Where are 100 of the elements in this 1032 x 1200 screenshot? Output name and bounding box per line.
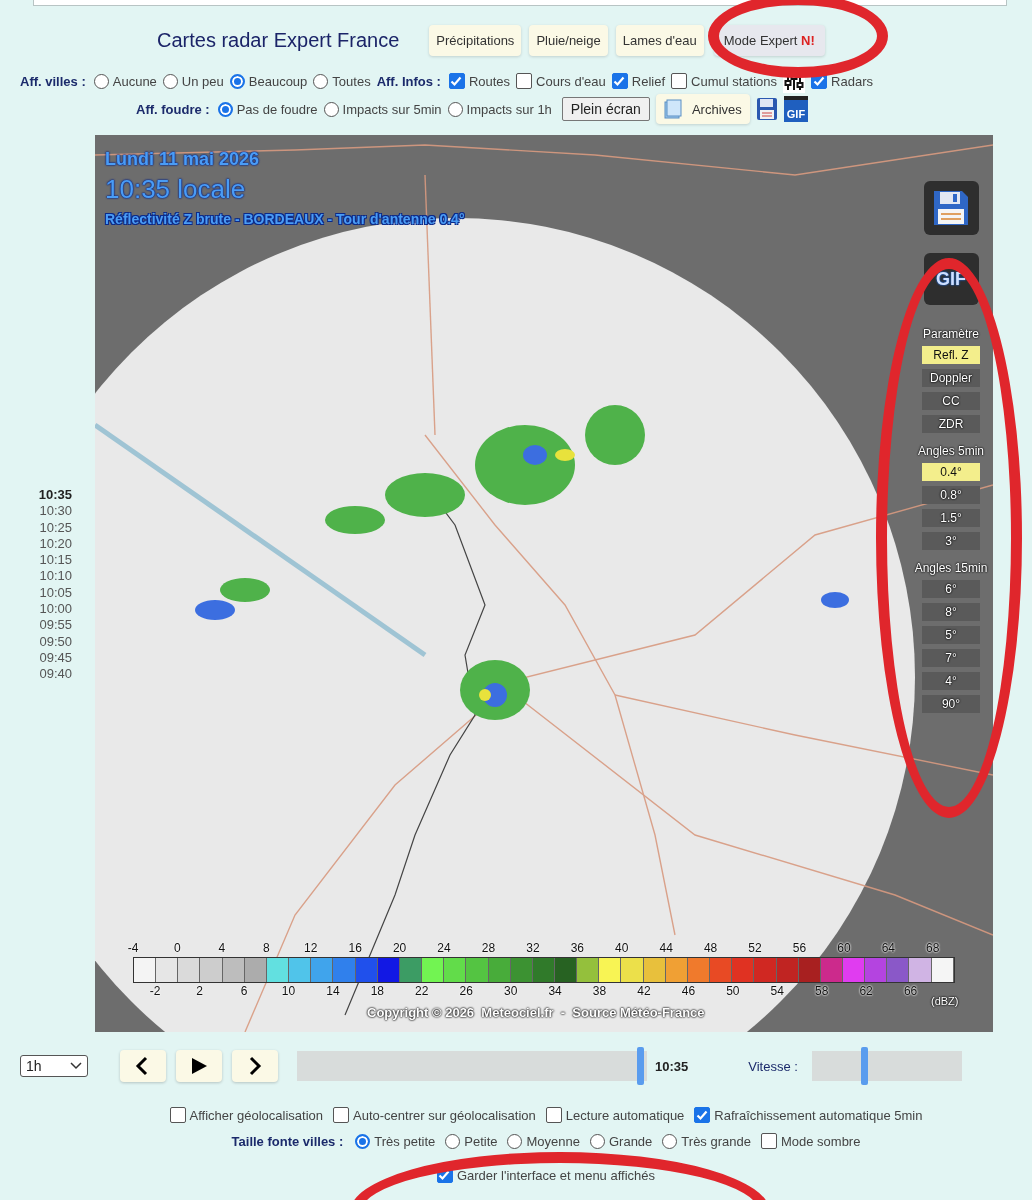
panel-button[interactable]: Doppler — [922, 369, 980, 387]
play-button[interactable] — [176, 1050, 222, 1082]
radio-label: Aucune — [112, 73, 157, 89]
panel-button[interactable]: 7° — [922, 649, 980, 667]
checkbox[interactable] — [611, 73, 628, 89]
mode-tab[interactable]: Pluie/neige — [529, 24, 608, 56]
checkbox-label: Cours d'eau — [536, 73, 606, 89]
checkbox[interactable] — [448, 73, 465, 89]
checkbox-label: Relief — [631, 73, 666, 89]
radio-button[interactable] — [355, 1133, 371, 1149]
map-date: Lundi 11 mai 2026 — [105, 149, 261, 170]
time-step[interactable]: 09:45 — [39, 649, 72, 667]
radio-button[interactable] — [507, 1133, 523, 1149]
mode-tab[interactable]: Précipitations — [429, 24, 522, 56]
radio-button[interactable] — [447, 101, 463, 117]
time-step[interactable]: 10:35 — [38, 487, 72, 504]
panel-heading: Angles 15min — [914, 561, 988, 575]
time-step[interactable]: 10:30 — [39, 503, 72, 520]
panel-button[interactable]: Refl. Z — [922, 346, 980, 364]
radio-button[interactable] — [162, 73, 178, 89]
time-step[interactable]: 09:50 — [39, 633, 72, 650]
radio-label: Un peu — [181, 73, 224, 89]
legend-tick: 56 — [792, 941, 807, 955]
time-step[interactable]: 10:25 — [39, 519, 72, 536]
time-step[interactable]: 10:15 — [39, 552, 72, 569]
radio-button[interactable] — [445, 1133, 461, 1149]
time-step[interactable]: 10:05 — [39, 584, 72, 602]
checkbox-label: Rafraîchissement automatique 5min — [714, 1107, 923, 1123]
panel-button[interactable]: 0.8° — [922, 486, 980, 504]
checkbox-label: Radars — [831, 73, 873, 89]
checkbox[interactable] — [333, 1107, 349, 1123]
radio-label: Toutes — [332, 73, 371, 89]
option-label: Aff. foudre : — [136, 101, 210, 117]
panel-button[interactable]: ZDR — [922, 415, 980, 433]
panel-button[interactable]: 0.4° — [922, 463, 980, 481]
legend-tick: 60 — [837, 941, 851, 955]
radio-button[interactable] — [323, 101, 339, 117]
slider-thumb[interactable] — [637, 1047, 644, 1085]
legend-tick: 66 — [903, 984, 918, 998]
radio-button[interactable] — [662, 1133, 678, 1149]
slider-thumb[interactable] — [861, 1047, 869, 1085]
radio-button[interactable] — [229, 73, 245, 89]
radio-button[interactable] — [217, 101, 233, 117]
legend-tick: -2 — [149, 984, 161, 998]
gif-icon[interactable]: GIF — [783, 96, 809, 122]
legend-tick: -4 — [127, 941, 139, 955]
radio-label: Petite — [464, 1133, 498, 1149]
panel-button[interactable]: 3° — [922, 532, 980, 550]
legend-tick: 32 — [526, 941, 540, 955]
radio-label: Impacts sur 5min — [342, 101, 442, 117]
legend-tick: 40 — [615, 941, 629, 955]
mode-tab[interactable]: Mode Expert N! — [713, 24, 825, 56]
panel-button[interactable]: 6° — [922, 580, 980, 598]
time-step[interactable]: 10:10 — [39, 568, 72, 585]
save-button[interactable] — [923, 181, 979, 235]
checkbox-label: Mode sombre — [780, 1133, 861, 1149]
radio-button[interactable] — [93, 73, 109, 89]
legend-unit: (dBZ) — [931, 995, 959, 1007]
panel-button[interactable]: 90° — [922, 695, 980, 713]
mode-tab[interactable]: Lames d'eau — [615, 24, 704, 56]
legend-tick: 48 — [703, 941, 718, 955]
previous-button[interactable] — [120, 1050, 166, 1082]
legend-tick: 38 — [592, 984, 607, 998]
legend-tick: 16 — [348, 941, 362, 955]
checkbox[interactable] — [760, 1133, 777, 1149]
archives-button[interactable]: Archives — [655, 94, 750, 124]
radio-label: Grande — [608, 1133, 653, 1149]
time-step[interactable]: 10:00 — [39, 601, 72, 618]
checkbox[interactable] — [694, 1107, 711, 1123]
legend-tick: 22 — [415, 984, 429, 998]
legend-tick: 2 — [196, 984, 203, 998]
time-step[interactable]: 10:20 — [39, 535, 72, 553]
legend-tick: 8 — [262, 941, 270, 955]
copyright-text: Copyright © 2026 Meteociel.fr - Source Météo-France — [367, 1005, 705, 1020]
radio-label: Moyenne — [526, 1133, 580, 1149]
time-step[interactable]: 09:40 — [39, 666, 72, 683]
panel-button[interactable]: 8° — [922, 603, 980, 621]
next-button[interactable] — [232, 1050, 278, 1082]
legend-tick: 26 — [459, 984, 473, 998]
legend-tick: 68 — [926, 941, 940, 955]
radio-button[interactable] — [313, 73, 329, 89]
legend-tick: 62 — [859, 984, 873, 998]
checkbox[interactable] — [671, 73, 688, 89]
radio-button[interactable] — [589, 1133, 605, 1149]
checkbox[interactable] — [516, 73, 533, 89]
checkbox[interactable] — [545, 1107, 562, 1123]
range-select[interactable]: 1h — [20, 1055, 88, 1077]
panel-button[interactable]: 1.5° — [922, 509, 980, 527]
checkbox-label: Garder l'interface et menu affichés — [456, 1167, 656, 1183]
checkbox[interactable] — [169, 1107, 186, 1123]
panel-button[interactable]: 5° — [922, 626, 980, 644]
address-field[interactable] — [33, 0, 1007, 6]
option-label: Aff. Infos : — [376, 73, 441, 89]
panel-button[interactable]: 4° — [922, 672, 980, 690]
fullscreen-button[interactable]: Plein écran — [561, 97, 650, 121]
panel-button[interactable]: CC — [922, 392, 980, 410]
time-step[interactable]: 09:55 — [39, 617, 72, 634]
legend-tick: 42 — [637, 984, 651, 998]
legend-tick: 28 — [481, 941, 496, 955]
legend-tick: 30 — [504, 984, 518, 998]
